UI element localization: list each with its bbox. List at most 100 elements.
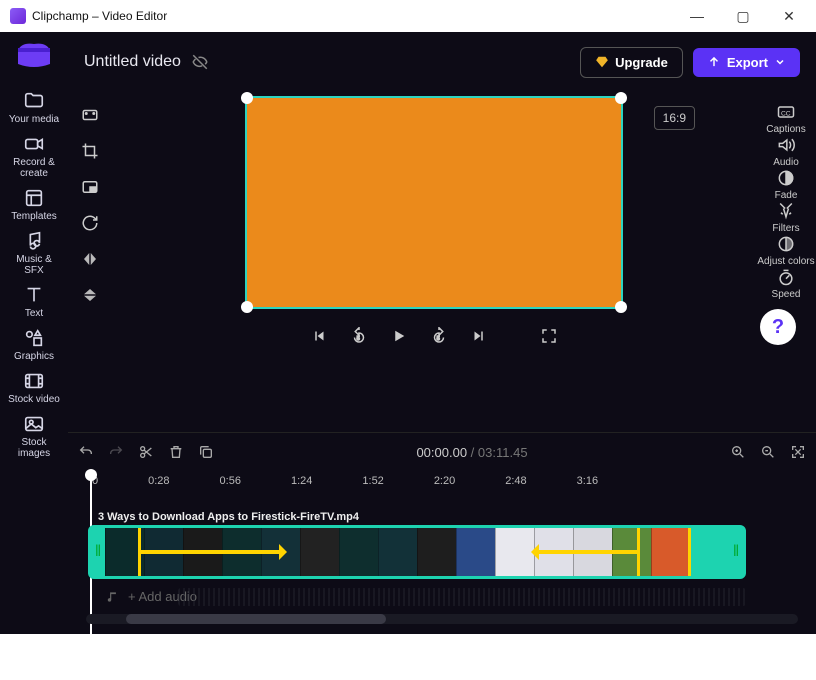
video-clip[interactable]: ‖ ‖ bbox=[88, 525, 746, 579]
ruler-tick: 3:16 bbox=[577, 475, 598, 487]
text-icon bbox=[23, 284, 45, 306]
maximize-button[interactable]: ▢ bbox=[720, 0, 766, 32]
your-media-icon bbox=[23, 90, 45, 112]
panel-label: Captions bbox=[766, 124, 805, 135]
nav-stock-video[interactable]: Stock video bbox=[6, 366, 62, 409]
undo-icon[interactable] bbox=[78, 444, 94, 460]
clip-thumb bbox=[105, 528, 144, 576]
skip-back-icon[interactable] bbox=[310, 327, 328, 345]
aspect-ratio-button[interactable]: 16:9 bbox=[654, 106, 695, 130]
upgrade-label: Upgrade bbox=[615, 55, 668, 70]
diamond-icon bbox=[595, 55, 609, 69]
nav-text[interactable]: Text bbox=[6, 280, 62, 323]
fill-icon[interactable] bbox=[81, 106, 99, 124]
canvas[interactable]: 16:9 bbox=[245, 96, 623, 309]
export-button[interactable]: Export bbox=[693, 48, 800, 77]
panel-adjust[interactable]: Adjust colors bbox=[757, 234, 814, 267]
panel-fade[interactable]: Fade bbox=[757, 168, 814, 201]
stock-video-icon bbox=[23, 370, 45, 392]
panel-audio[interactable]: Audio bbox=[757, 135, 814, 168]
panel-label: Filters bbox=[772, 223, 799, 234]
sidebar-left: Your media Record & create Templates Music … bbox=[0, 32, 68, 634]
transport-bar: 5 5 ? bbox=[112, 327, 756, 345]
nav-label: Your media bbox=[9, 114, 59, 125]
panel-filters[interactable]: Filters bbox=[757, 201, 814, 234]
app-shell: Your media Record & create Templates Music … bbox=[0, 32, 816, 634]
timeline-scrollbar[interactable] bbox=[86, 614, 798, 624]
close-button[interactable]: ✕ bbox=[766, 0, 812, 32]
resize-handle-br[interactable] bbox=[615, 301, 627, 313]
add-audio-label: + Add audio bbox=[128, 589, 197, 604]
resize-handle-tl[interactable] bbox=[241, 92, 253, 104]
svg-text:CC: CC bbox=[781, 110, 791, 117]
timeline-ruler[interactable]: 00:280:561:241:522:202:483:16 bbox=[92, 475, 806, 487]
duplicate-icon[interactable] bbox=[198, 444, 214, 460]
ruler-tick: 0:28 bbox=[148, 475, 169, 487]
timeline: 00:00.00 / 03:11.45 00:280:561:241:522:2… bbox=[68, 432, 816, 634]
forward-5-icon[interactable]: 5 bbox=[430, 327, 448, 345]
rewind-5-icon[interactable]: 5 bbox=[350, 327, 368, 345]
filters-icon bbox=[776, 201, 796, 221]
panel-label: Audio bbox=[773, 157, 799, 168]
panel-label: Adjust colors bbox=[757, 256, 814, 267]
nav-graphics[interactable]: Graphics bbox=[6, 323, 62, 366]
timecode-duration: 03:11.45 bbox=[478, 445, 528, 460]
resize-handle-tr[interactable] bbox=[615, 92, 627, 104]
canvas-tools bbox=[68, 92, 112, 432]
help-button[interactable]: ? bbox=[760, 309, 796, 345]
panel-label: Speed bbox=[772, 289, 801, 300]
clip-thumb bbox=[690, 528, 729, 576]
nav-templates[interactable]: Templates bbox=[6, 183, 62, 226]
rotate-icon[interactable] bbox=[81, 214, 99, 232]
nav-label: Text bbox=[25, 308, 43, 319]
audio-icon bbox=[776, 135, 796, 155]
annotation-arrow-right bbox=[537, 550, 637, 554]
upgrade-button[interactable]: Upgrade bbox=[580, 47, 683, 78]
zoom-out-icon[interactable] bbox=[760, 444, 776, 460]
clip-thumb bbox=[417, 528, 456, 576]
music-icon bbox=[23, 230, 45, 252]
resize-handle-bl[interactable] bbox=[241, 301, 253, 313]
zoom-fit-icon[interactable] bbox=[790, 444, 806, 460]
fade-icon bbox=[776, 168, 796, 188]
timeline-toolbar: 00:00.00 / 03:11.45 bbox=[78, 439, 806, 465]
adjust-icon bbox=[776, 234, 796, 254]
svg-text:5: 5 bbox=[437, 336, 440, 342]
clipchamp-logo-icon bbox=[16, 40, 52, 68]
zoom-in-icon[interactable] bbox=[730, 444, 746, 460]
crop-icon[interactable] bbox=[81, 142, 99, 160]
scrollbar-grip[interactable] bbox=[126, 614, 386, 624]
clip-trim-right[interactable]: ‖ bbox=[729, 528, 743, 576]
redo-icon[interactable] bbox=[108, 444, 124, 460]
titlebar: Clipchamp – Video Editor ― ▢ ✕ bbox=[0, 0, 816, 32]
play-icon[interactable] bbox=[390, 327, 408, 345]
preview: 16:9 5 5 ? bbox=[112, 92, 756, 432]
clip-thumb bbox=[300, 528, 339, 576]
fullscreen-icon[interactable] bbox=[540, 327, 558, 345]
nav-record[interactable]: Record & create bbox=[6, 129, 62, 183]
speed-icon bbox=[776, 267, 796, 287]
timecode: 00:00.00 / 03:11.45 bbox=[228, 445, 716, 460]
pip-icon[interactable] bbox=[81, 178, 99, 196]
skip-forward-icon[interactable] bbox=[470, 327, 488, 345]
clip-trim-left[interactable]: ‖ bbox=[91, 528, 105, 576]
flip-vertical-icon[interactable] bbox=[81, 286, 99, 304]
panel-label: Fade bbox=[775, 190, 798, 201]
minimize-button[interactable]: ― bbox=[674, 0, 720, 32]
clip-thumb bbox=[651, 528, 690, 576]
panel-speed[interactable]: Speed bbox=[757, 267, 814, 300]
chevron-down-icon bbox=[774, 56, 786, 68]
nav-music[interactable]: Music & SFX bbox=[6, 226, 62, 280]
nav-your-media[interactable]: Your media bbox=[6, 86, 62, 129]
templates-icon bbox=[23, 187, 45, 209]
project-title[interactable]: Untitled video bbox=[84, 53, 181, 71]
nav-label: Music & SFX bbox=[6, 254, 62, 276]
add-audio-button[interactable]: + Add audio bbox=[106, 589, 806, 604]
nav-label: Record & create bbox=[6, 157, 62, 179]
flip-horizontal-icon[interactable] bbox=[81, 250, 99, 268]
split-icon[interactable] bbox=[138, 444, 154, 460]
nav-stock-images[interactable]: Stock images bbox=[6, 409, 62, 463]
visibility-off-icon[interactable] bbox=[191, 53, 209, 71]
delete-icon[interactable] bbox=[168, 444, 184, 460]
panel-captions[interactable]: CC Captions bbox=[757, 102, 814, 135]
